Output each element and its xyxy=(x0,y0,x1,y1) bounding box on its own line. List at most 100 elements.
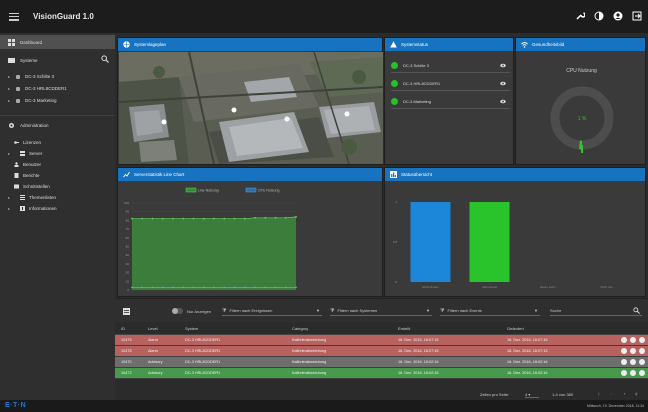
column-header[interactable]: Category xyxy=(292,326,308,331)
data-point[interactable] xyxy=(274,216,277,219)
map-marker[interactable] xyxy=(231,107,237,113)
sidebar-item-topics[interactable]: ▸ Themenlisten xyxy=(0,192,115,202)
contrast-icon[interactable] xyxy=(594,11,604,21)
sidebar-item-administration[interactable]: Administration xyxy=(0,118,115,132)
data-point[interactable] xyxy=(243,286,246,289)
data-point[interactable] xyxy=(223,217,226,220)
chevron-right-icon[interactable]: ▸ xyxy=(8,151,12,156)
data-point[interactable] xyxy=(182,286,185,289)
user-icon[interactable] xyxy=(613,11,623,21)
bar[interactable] xyxy=(469,202,510,282)
sidebar-item-info[interactable]: ▸ Informationen xyxy=(0,203,115,213)
eye-icon[interactable] xyxy=(621,370,627,376)
eye-icon[interactable] xyxy=(621,359,627,365)
eye-icon[interactable] xyxy=(500,63,506,68)
only-show-toggle[interactable]: Nur Anzeigen xyxy=(172,306,211,316)
data-point[interactable] xyxy=(161,217,164,220)
data-point[interactable] xyxy=(284,286,287,289)
toggle-switch[interactable] xyxy=(172,308,183,314)
data-point[interactable] xyxy=(254,286,256,289)
details-icon[interactable] xyxy=(630,359,636,365)
data-point[interactable] xyxy=(264,216,267,219)
info-icon[interactable] xyxy=(639,359,645,365)
rows-per-page-select[interactable]: 4 ▾ xyxy=(525,392,539,398)
column-header[interactable]: Geändert xyxy=(507,326,524,331)
sidebar-item-interfaces[interactable]: Schnittstellen xyxy=(0,181,115,191)
table-row[interactable]: 10470 Advisory DC-3 HRL8CDDER1 Kalibrierabw… xyxy=(115,357,648,368)
data-point[interactable] xyxy=(274,286,277,289)
chevron-right-icon[interactable]: ▸ xyxy=(8,206,12,211)
chevron-right-icon[interactable]: ▸ xyxy=(8,98,12,103)
details-icon[interactable] xyxy=(630,337,636,343)
column-header[interactable]: ID xyxy=(121,326,125,331)
data-point[interactable] xyxy=(202,286,205,289)
info-icon[interactable] xyxy=(639,337,645,343)
data-point[interactable] xyxy=(213,286,215,289)
site-map[interactable] xyxy=(119,52,383,164)
sidebar-item-system-2[interactable]: ▸ DC-3 HRL8CDDER1 xyxy=(0,83,115,94)
list-view-icon[interactable] xyxy=(123,306,130,316)
sidebar-item-server[interactable]: ▸ Server xyxy=(0,148,115,158)
wrench-icon[interactable] xyxy=(575,11,585,21)
table-row[interactable]: 10472 Advisory DC-3 HRL8CDDER1 Kalibrierabw… xyxy=(115,368,648,379)
info-icon[interactable] xyxy=(639,370,645,376)
chevron-right-icon[interactable]: ▸ xyxy=(8,74,12,79)
status-item[interactable]: DC-3 Marketing xyxy=(391,94,510,109)
map-marker[interactable] xyxy=(344,111,350,117)
column-header[interactable]: Level xyxy=(148,326,158,331)
details-icon[interactable] xyxy=(630,348,636,354)
sidebar-item-system-1[interactable]: ▸ DC-3 Schilte 3 xyxy=(0,71,115,82)
data-point[interactable] xyxy=(131,286,133,289)
data-point[interactable] xyxy=(233,217,236,220)
data-point[interactable] xyxy=(295,286,297,289)
filter-events-select[interactable]: ⧩ Filtern nach Ereignissen ▼ xyxy=(222,306,322,316)
sidebar-item-reports[interactable]: Berichte xyxy=(0,170,115,180)
data-point[interactable] xyxy=(141,217,144,220)
table-row[interactable]: 10476 Alarm DC-3 HRL8CDDER1 Kalibrierabweic… xyxy=(115,346,648,357)
eye-icon[interactable] xyxy=(500,99,506,104)
sidebar-item-users[interactable]: Benutzer xyxy=(0,159,115,169)
bar[interactable] xyxy=(410,202,451,282)
eye-icon[interactable] xyxy=(621,337,627,343)
filter-systems-select[interactable]: ⧩ Filtern nach Systemen ▼ xyxy=(330,306,432,316)
data-point[interactable] xyxy=(151,217,154,220)
exit-icon[interactable] xyxy=(632,11,642,21)
info-icon[interactable] xyxy=(639,348,645,354)
data-point[interactable] xyxy=(161,286,164,289)
menu-icon[interactable] xyxy=(9,12,19,21)
legend-swatch[interactable] xyxy=(245,187,257,193)
data-point[interactable] xyxy=(284,216,287,219)
data-point[interactable] xyxy=(264,286,267,289)
eye-icon[interactable] xyxy=(500,81,506,86)
search-input[interactable]: Suche xyxy=(550,306,642,316)
data-point[interactable] xyxy=(254,216,256,219)
details-icon[interactable] xyxy=(630,370,636,376)
data-point[interactable] xyxy=(192,217,195,220)
data-point[interactable] xyxy=(151,286,154,289)
data-point[interactable] xyxy=(172,217,174,220)
status-item[interactable]: DC-3 Schilte 3 xyxy=(391,58,510,73)
chevron-right-icon[interactable]: ▸ xyxy=(8,195,12,200)
data-point[interactable] xyxy=(141,286,144,289)
status-item[interactable]: DC-3 HRL8CDDER1 xyxy=(391,76,510,91)
chevron-right-icon[interactable]: ▸ xyxy=(8,86,12,91)
data-point[interactable] xyxy=(243,217,246,220)
data-point[interactable] xyxy=(192,286,195,289)
next-page-button[interactable]: › xyxy=(624,391,625,396)
sidebar-item-licenses[interactable]: Lizenzen xyxy=(0,137,115,147)
data-point[interactable] xyxy=(223,286,226,289)
data-point[interactable] xyxy=(202,217,205,220)
sidebar-item-dashboard[interactable]: Dashboard xyxy=(0,35,115,49)
sidebar-item-system-3[interactable]: ▸ DC-3 Marketing xyxy=(0,95,115,106)
sidebar-item-systems[interactable]: Systeme xyxy=(0,53,115,67)
eye-icon[interactable] xyxy=(621,348,627,354)
prev-page-button[interactable]: ‹ xyxy=(611,391,612,396)
map-marker[interactable] xyxy=(161,119,167,125)
column-header[interactable]: Erstellt xyxy=(398,326,410,331)
table-row[interactable]: 10475 Alarm DC-3 HRL8CDDER1 Kalibrierabweic… xyxy=(115,335,648,346)
data-point[interactable] xyxy=(295,216,297,218)
last-page-button[interactable]: ›| xyxy=(635,391,637,396)
data-point[interactable] xyxy=(233,286,236,289)
column-header[interactable]: System xyxy=(185,326,198,331)
data-point[interactable] xyxy=(172,286,174,289)
